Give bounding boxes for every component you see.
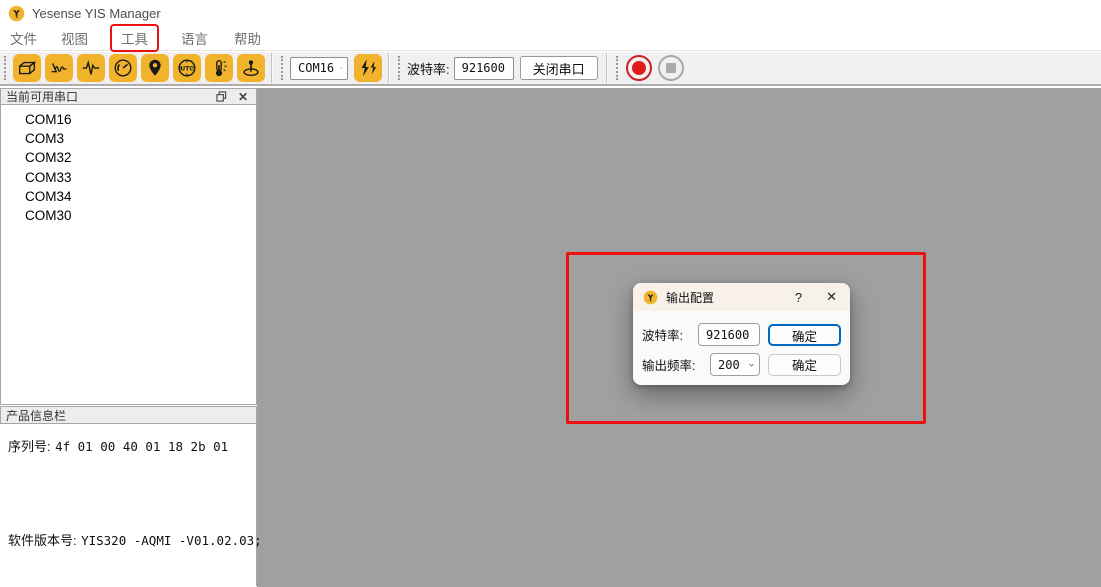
menu-bar: 文件 视图 工具 语言 帮助 [0, 26, 1101, 51]
location-pin-icon [144, 57, 166, 79]
utc-clock-button[interactable]: UTC [173, 54, 201, 82]
dialog-baud-select[interactable]: 921600 [698, 323, 760, 346]
attitude-pin-icon [240, 57, 262, 79]
port-list-item[interactable]: COM34 [1, 187, 256, 206]
dialog-frequency-select[interactable]: 200 [710, 353, 760, 376]
baud-rate-label: 波特率: [407, 59, 450, 78]
software-version-value: YIS320 -AQMI -V01.02.03; [81, 533, 262, 548]
serial-number-line: 序列号: 4f 01 00 40 01 18 2b 01 [8, 436, 256, 456]
software-version-line: 软件版本号: YIS320 -AQMI -V01.02.03; [8, 530, 256, 550]
svg-text:UTC: UTC [180, 65, 193, 72]
close-serial-button[interactable]: 关闭串口 [520, 56, 598, 80]
menu-item-view[interactable]: 视图 [55, 26, 94, 50]
toolbar-grip[interactable] [281, 56, 283, 80]
menu-item-help[interactable]: 帮助 [228, 26, 267, 50]
toolbar-separator [271, 53, 273, 83]
dialog-close-button[interactable]: ✕ [822, 289, 841, 305]
cube-3d-icon [16, 57, 38, 79]
attitude-pin-button[interactable] [237, 54, 265, 82]
ports-panel-title: 当前可用串口 [6, 88, 213, 105]
dialog-baud-value: 921600 [706, 328, 749, 342]
info-panel-title: 产品信息栏 [6, 407, 66, 424]
chevron-down-icon [334, 65, 343, 71]
dialog-title-bar: 输出配置 ? ✕ [633, 283, 850, 311]
toolbar-separator [388, 53, 390, 83]
thermometer-icon [208, 57, 230, 79]
dialog-logo-icon [643, 290, 658, 305]
float-panel-icon[interactable] [213, 90, 229, 104]
toolbar-grip[interactable] [398, 56, 400, 80]
serial-number-value: 4f 01 00 40 01 18 2b 01 [55, 439, 228, 454]
port-list-item[interactable]: COM3 [1, 129, 256, 148]
title-bar: Yesense YIS Manager [0, 0, 1101, 26]
dialog-baud-row: 波特率: 921600 确定 [642, 323, 841, 346]
info-panel-header: 产品信息栏 [0, 406, 257, 424]
record-button[interactable] [626, 55, 652, 81]
toolbar: UTC COM16 波特率: 921600 关闭串口 [0, 52, 1101, 86]
cube-3d-button[interactable] [13, 54, 41, 82]
dialog-frequency-label: 输出频率: [642, 355, 695, 374]
toolbar-grip[interactable] [616, 56, 618, 80]
location-pin-button[interactable] [141, 54, 169, 82]
dialog-frequency-value: 200 [718, 358, 740, 372]
chevron-down-icon [749, 332, 754, 338]
dialog-frequency-row: 输出频率: 200 确定 [642, 353, 841, 376]
port-list-item[interactable]: COM32 [1, 148, 256, 167]
port-list-item[interactable]: COM33 [1, 168, 256, 187]
dialog-baud-label: 波特率: [642, 325, 683, 344]
toolbar-grip[interactable] [4, 56, 6, 80]
dialog-title: 输出配置 [666, 289, 789, 306]
dialog-baud-ok-button[interactable]: 确定 [768, 324, 841, 346]
port-list-item[interactable]: COM16 [1, 110, 256, 129]
stop-button[interactable] [658, 55, 684, 81]
serial-number-label: 序列号: [8, 439, 51, 454]
thermometer-button[interactable] [205, 54, 233, 82]
window-title: Yesense YIS Manager [32, 6, 161, 21]
refresh-ports-button[interactable] [354, 54, 382, 82]
utc-clock-icon: UTC [176, 57, 198, 79]
com-port-value: COM16 [298, 61, 334, 75]
baud-rate-value: 921600 [462, 61, 505, 75]
menu-item-language[interactable]: 语言 [175, 26, 214, 50]
gauge-button[interactable] [109, 54, 137, 82]
dialog-help-button[interactable]: ? [789, 290, 808, 305]
pulse-waveform-icon [80, 57, 102, 79]
com-port-select[interactable]: COM16 [290, 57, 348, 80]
angle-waveform-button[interactable] [45, 54, 73, 82]
chevron-down-icon [744, 362, 754, 368]
stop-square-icon [666, 63, 676, 73]
software-version-label: 软件版本号: [8, 533, 77, 548]
serial-ports-dock: 当前可用串口 ✕ COM16 COM3 COM32 COM33 COM34 CO… [0, 88, 257, 587]
app-logo-icon [8, 5, 25, 22]
record-dot-icon [632, 61, 646, 75]
dialog-frequency-ok-button[interactable]: 确定 [768, 354, 841, 376]
angle-waveform-icon [48, 57, 70, 79]
menu-item-file[interactable]: 文件 [4, 26, 43, 50]
ports-panel-header: 当前可用串口 ✕ [0, 88, 257, 105]
dialog-body: 波特率: 921600 确定 输出频率: 200 确定 [633, 311, 850, 376]
chevron-down-icon [505, 65, 511, 71]
port-list-item[interactable]: COM30 [1, 206, 256, 225]
menu-item-tools[interactable]: 工具 [110, 24, 159, 52]
close-panel-icon[interactable]: ✕ [235, 90, 251, 104]
gauge-icon [112, 57, 134, 79]
pulse-waveform-button[interactable] [77, 54, 105, 82]
baud-rate-select[interactable]: 921600 [454, 57, 514, 80]
refresh-lightning-icon [357, 57, 379, 79]
info-panel-body: 序列号: 4f 01 00 40 01 18 2b 01 软件版本号: YIS3… [0, 424, 257, 586]
toolbar-separator [606, 53, 608, 83]
port-list: COM16 COM3 COM32 COM33 COM34 COM30 [0, 105, 257, 405]
output-config-dialog: 输出配置 ? ✕ 波特率: 921600 确定 输出频率: 200 确定 [633, 283, 850, 385]
